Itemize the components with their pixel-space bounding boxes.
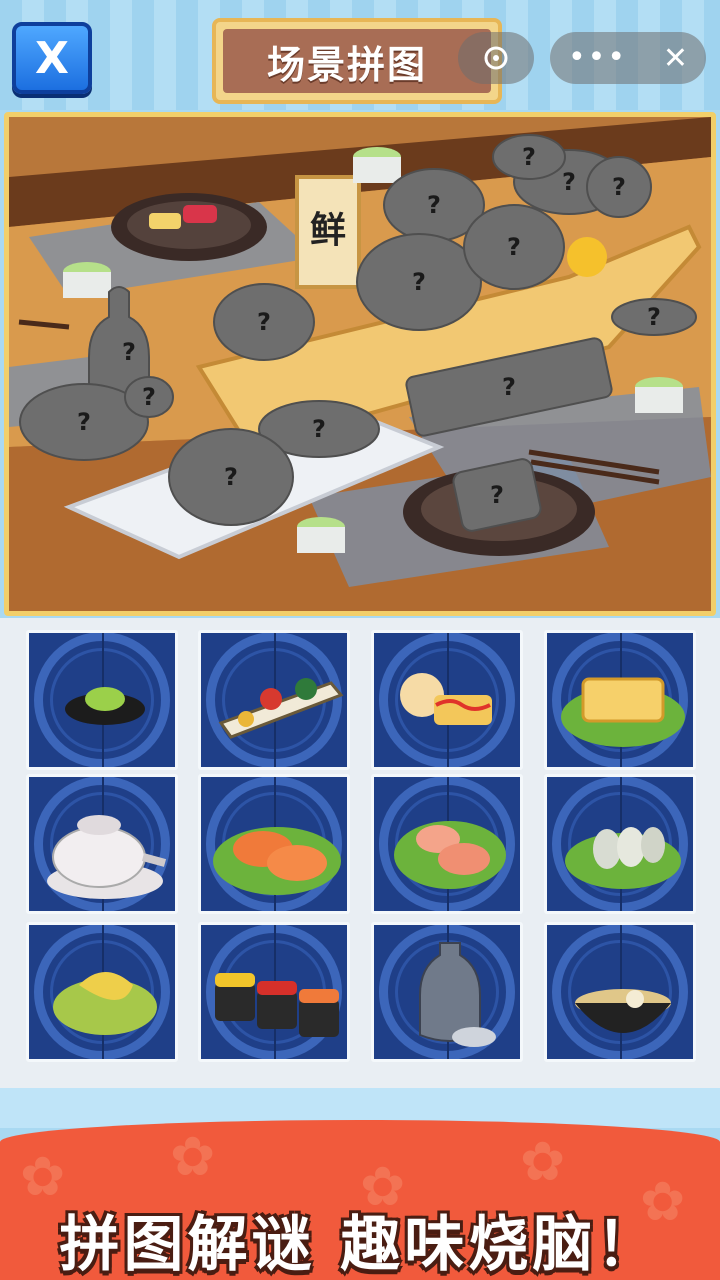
slot-soup-bowl[interactable]: ? <box>492 134 566 180</box>
question-mark-icon: ? <box>522 143 536 171</box>
menu-capsule: ••• ✕ <box>550 32 706 84</box>
slot-sake-cup[interactable]: ? <box>611 298 697 336</box>
flower-decoration-icon: ✿ <box>520 1130 566 1193</box>
wasabi-dish-icon <box>65 687 145 725</box>
salmon-sashimi-icon <box>213 827 341 895</box>
exit-button[interactable]: X <box>12 22 92 94</box>
slot-salmon-sashimi[interactable]: ? <box>463 204 565 290</box>
teapot-icon <box>47 815 167 899</box>
puzzle-piece-teapot[interactable] <box>26 774 178 914</box>
mackerel-slices-icon <box>565 827 681 889</box>
pickled-ginger-icon <box>53 972 157 1035</box>
slot-dumpling-plate[interactable]: ? <box>213 283 315 361</box>
scene-illustration: 鲜 ??????????????? <box>9 117 711 611</box>
tuna-sashimi-icon <box>394 821 506 889</box>
question-mark-icon: ? <box>142 383 156 411</box>
page-title: 场景拼图 <box>223 29 491 93</box>
question-mark-icon: ? <box>224 463 238 491</box>
slogan-text: 拼图解谜 趣味烧脑！ <box>59 1210 661 1280</box>
tamago-on-leaf-icon <box>561 677 685 747</box>
share-icon <box>484 46 508 70</box>
puzzle-piece-salmon-sashimi[interactable] <box>198 774 350 914</box>
question-mark-icon: ? <box>257 308 271 336</box>
puzzle-piece-tuna-sashimi[interactable] <box>371 774 523 914</box>
sake-set-icon <box>419 942 496 1047</box>
puzzle-scene: 鲜 ??????????????? <box>4 112 716 616</box>
question-mark-icon: ? <box>312 415 326 443</box>
puzzle-piece-mackerel-slices[interactable] <box>544 774 696 914</box>
puzzle-piece-tamago-on-leaf[interactable] <box>544 630 696 770</box>
question-mark-icon: ? <box>490 481 504 509</box>
puzzle-piece-wasabi-dish[interactable] <box>26 630 178 770</box>
puzzle-piece-pickled-ginger[interactable] <box>26 922 178 1062</box>
question-mark-icon: ? <box>507 233 521 261</box>
share-capsule[interactable] <box>458 32 534 84</box>
question-mark-icon: ? <box>412 268 426 296</box>
tamago-with-bun-icon <box>400 673 492 725</box>
nigiri-set-icon <box>215 973 339 1037</box>
soup-bowl-icon <box>575 989 671 1033</box>
question-mark-icon: ? <box>612 173 626 201</box>
question-mark-icon: ? <box>562 168 576 196</box>
more-options-button[interactable]: ••• <box>568 43 627 73</box>
slot-seaweed-salad[interactable]: ? <box>356 233 482 331</box>
puzzle-piece-nigiri-set[interactable] <box>198 922 350 1062</box>
puzzle-piece-soup-bowl[interactable] <box>544 922 696 1062</box>
slot-nigiri-set[interactable]: ? <box>586 156 652 218</box>
puzzle-piece-tamago-with-bun[interactable] <box>371 630 523 770</box>
sign-character: 鲜 <box>310 210 346 251</box>
close-miniprogram-button[interactable]: ✕ <box>663 41 688 76</box>
puzzle-piece-condiment-tray[interactable] <box>198 630 350 770</box>
question-mark-icon: ? <box>77 408 91 436</box>
slot-condiment-tray[interactable]: ? <box>124 376 174 418</box>
question-mark-icon: ? <box>427 191 441 219</box>
condiment-tray-icon <box>218 678 344 739</box>
question-mark-icon: ? <box>502 373 516 401</box>
flower-decoration-icon: ✿ <box>170 1125 216 1188</box>
puzzle-piece-sake-set[interactable] <box>371 922 523 1062</box>
piece-tray <box>0 618 720 1088</box>
question-mark-icon: ? <box>647 303 661 331</box>
question-mark-icon: ? <box>122 338 136 366</box>
slot-pickled-ginger[interactable]: ? <box>168 428 294 526</box>
